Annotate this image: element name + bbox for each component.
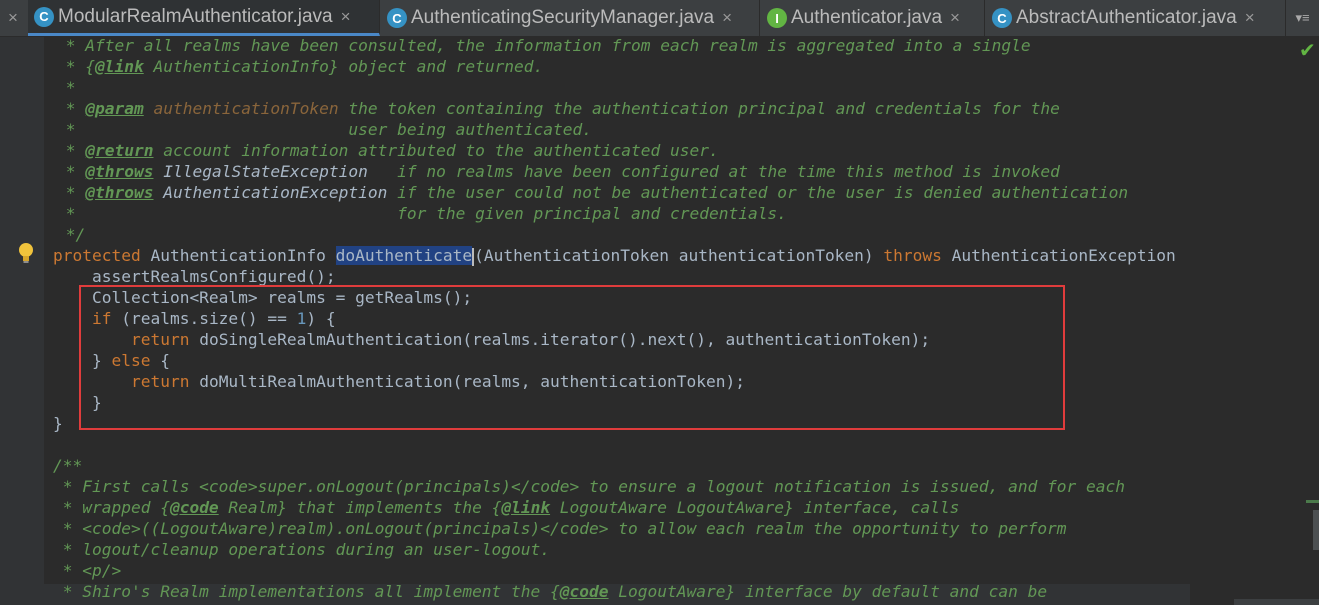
scrollbar-thumb[interactable] (1313, 510, 1319, 550)
code-line: * user being authenticated. (56, 120, 593, 139)
code-line: * for the given principal and credential… (56, 204, 787, 223)
selected-method-name[interactable]: doAuthenticate (335, 246, 473, 265)
code-line: * First calls <code>super.onLogout(princ… (53, 477, 1126, 496)
code-line: * @throws IllegalStateException if no re… (56, 162, 1060, 181)
code-line: * @param authenticationToken the token c… (56, 99, 1060, 118)
code-line: * logout/cleanup operations during an us… (53, 540, 551, 559)
code-line: * <p/> (53, 561, 122, 580)
horizontal-scrollbar[interactable] (44, 599, 1319, 605)
marker-stripe (1306, 500, 1319, 503)
horizontal-scrollbar-thumb[interactable] (1234, 599, 1319, 605)
code-line: * wrapped {@code Realm} that implements … (53, 498, 960, 517)
checkmark-icon: ✔ (1299, 38, 1316, 62)
code-line: * <code>((LogoutAware)realm).onLogout(pr… (53, 519, 1067, 538)
method-signature-line: protected AuthenticationInfo doAuthentic… (53, 246, 1176, 266)
code-line: /** (53, 456, 83, 475)
code-line: } (53, 414, 63, 433)
code-line: */ (56, 225, 86, 244)
code-line: * @throws AuthenticationException if the… (56, 183, 1129, 202)
code-line: * {@link AuthenticationInfo} object and … (56, 57, 544, 76)
scrollbar-markers[interactable] (1306, 500, 1319, 550)
code-line: * @return account information attributed… (56, 141, 719, 160)
red-highlight-box (79, 285, 1065, 430)
code-line: assertRealmsConfigured(); (53, 267, 336, 286)
code-line: * After all realms have been consulted, … (56, 36, 1031, 55)
code-line: * (56, 78, 76, 97)
